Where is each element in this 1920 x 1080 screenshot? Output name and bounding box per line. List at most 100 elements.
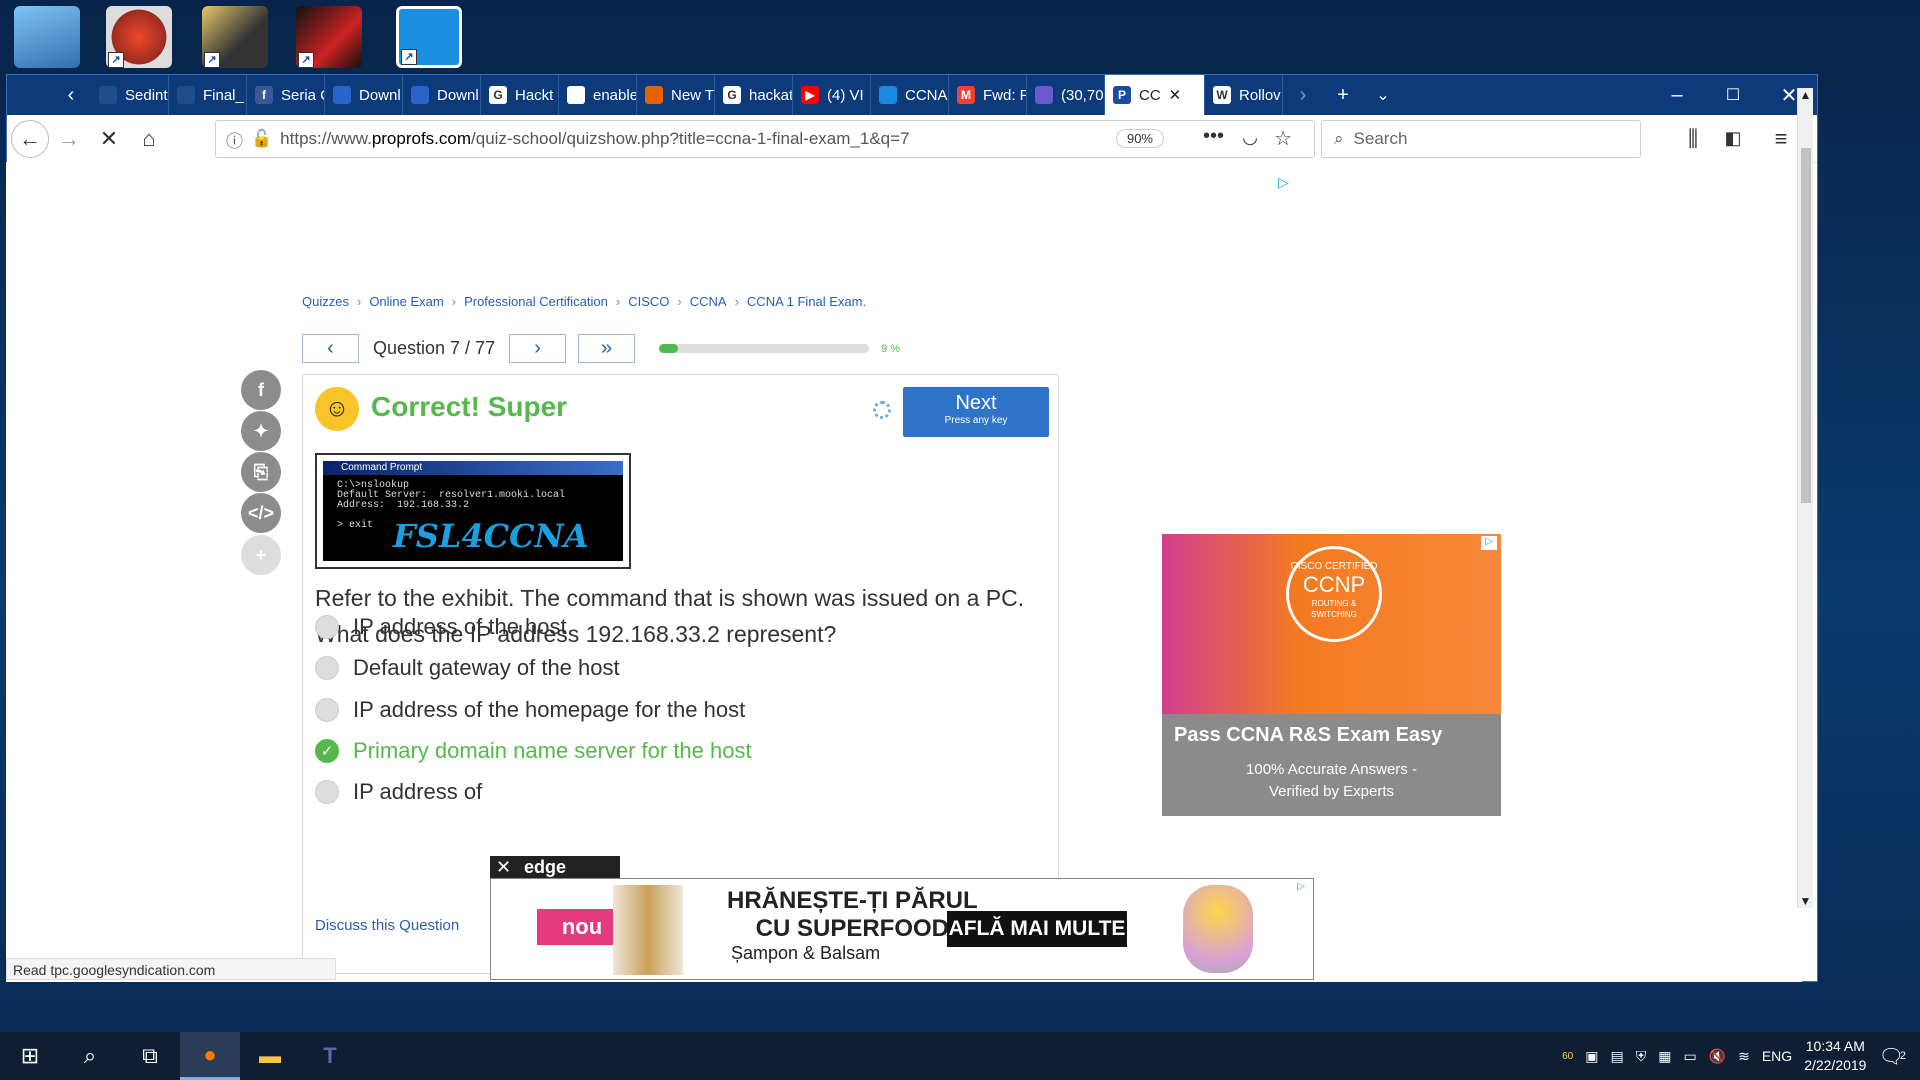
bookmark-star-icon[interactable]: ☆	[1274, 126, 1292, 151]
info-icon[interactable]: ⓘ	[226, 127, 243, 152]
tab-8[interactable]: Ghackat	[715, 75, 793, 115]
battery-icon[interactable]: ▭	[1683, 1048, 1696, 1065]
facebook-share-icon[interactable]: f	[241, 370, 281, 410]
stop-loading-icon[interactable]: ✕	[89, 119, 129, 159]
close-tab-icon[interactable]: ✕	[1169, 86, 1182, 104]
file-explorer-taskbar-icon[interactable]: ▬	[240, 1032, 300, 1080]
search-input[interactable]: ⌕ Search	[1321, 120, 1641, 158]
answer-option[interactable]: IP address of the homepage for the host	[315, 697, 745, 723]
tab-3[interactable]: Downl	[325, 75, 403, 115]
ad-choices-icon[interactable]: ▷	[1278, 174, 1289, 191]
computer-desktop-icon[interactable]	[14, 6, 80, 68]
windows-start-icon[interactable]: ⊞	[0, 1032, 60, 1080]
ad-tag: ✕ edge	[490, 856, 620, 878]
next-button[interactable]: Next Press any key	[903, 387, 1049, 437]
tab-7[interactable]: New T	[637, 75, 715, 115]
tab-1[interactable]: Final_	[169, 75, 247, 115]
shield-icon[interactable]: ⛨	[1636, 1048, 1647, 1065]
pantene-ad-banner[interactable]: nou HRĂNEȘTE-ȚI PĂRUL CU SUPERFOOD Șampo…	[490, 878, 1314, 980]
pocket-icon[interactable]: ◡	[1242, 127, 1258, 148]
discuss-link[interactable]: Discuss this Question	[315, 917, 459, 934]
tab-11[interactable]: M Fwd: F	[949, 75, 1027, 115]
ad-choices-icon[interactable]: ▷	[1293, 881, 1309, 895]
search-icon[interactable]: ⌕	[60, 1032, 120, 1080]
minimize-icon[interactable]: –	[1649, 75, 1705, 115]
ccnp-ad-banner[interactable]: CISCO CERTIFIED CCNP ROUTING & SWITCHING…	[1162, 534, 1501, 816]
firefox-taskbar-icon[interactable]: ●	[180, 1032, 240, 1080]
shortcut-arrow-icon: ↗	[204, 52, 220, 68]
task-view-icon[interactable]: ⧉	[120, 1032, 180, 1080]
answer-option[interactable]: IP address of the host	[315, 614, 567, 640]
scroll-down-icon[interactable]: ▼	[1798, 894, 1813, 908]
url-bar[interactable]: ⓘ 🔓 https://www. proprofs.com/quiz-school…	[215, 120, 1315, 158]
library-icon[interactable]: ⫼	[1673, 119, 1713, 159]
presentation-app-desktop-icon[interactable]: ↗	[106, 6, 172, 68]
tab-4[interactable]: Downl	[403, 75, 481, 115]
tab-12[interactable]: (30,70	[1027, 75, 1105, 115]
next-question-button[interactable]: ›	[509, 334, 567, 363]
breadcrumb-item[interactable]: CCNA	[690, 294, 727, 309]
clock-time: 10:34 AM	[1805, 1038, 1865, 1054]
answer-option[interactable]: IP address of	[315, 779, 482, 805]
sidebar-icon[interactable]: ◧	[1713, 119, 1753, 159]
twitter-share-icon[interactable]: ✦	[241, 411, 281, 451]
menu-icon[interactable]: ≡	[1761, 119, 1801, 159]
tab-13[interactable]: P CC ✕	[1105, 75, 1205, 115]
language-indicator[interactable]: ENG	[1762, 1048, 1792, 1064]
scrollbar-thumb[interactable]	[1801, 148, 1811, 503]
embed-code-icon[interactable]: </>	[241, 493, 281, 533]
volume-muted-icon[interactable]: 🔇	[1709, 1048, 1726, 1065]
list-tabs-icon[interactable]: ⌄	[1363, 75, 1403, 115]
radio-button[interactable]	[315, 656, 339, 680]
new-tab-icon[interactable]: +	[1323, 75, 1363, 115]
teams-taskbar-icon[interactable]: T	[300, 1032, 360, 1080]
tab-10[interactable]: CCNA	[871, 75, 949, 115]
breadcrumb-item[interactable]: CISCO	[628, 294, 669, 309]
breadcrumb-item[interactable]: CCNA 1 Final Exam.	[747, 294, 866, 309]
clock[interactable]: 10:34 AM 2/22/2019	[1804, 1037, 1866, 1075]
home-icon[interactable]: ⌂	[129, 119, 169, 159]
scroll-tabs-left-icon[interactable]: ‹	[51, 75, 91, 115]
mail-search-desktop-icon[interactable]: ↗	[202, 6, 268, 68]
page-actions-icon[interactable]: •••	[1203, 125, 1224, 148]
lock-warning-icon[interactable]: 🔓	[251, 129, 272, 149]
previous-question-button[interactable]: ‹	[302, 334, 359, 363]
tab-0[interactable]: Sedint	[91, 75, 169, 115]
ad-cta-button[interactable]: AFLĂ MAI MULTE ▶	[947, 911, 1127, 976]
radio-button[interactable]	[315, 615, 339, 639]
check-icon[interactable]: ✓	[315, 739, 339, 763]
copy-link-icon[interactable]: ⎘	[241, 452, 281, 492]
ad-choices-icon[interactable]: ▷	[1481, 536, 1497, 550]
tray-window-icon[interactable]: ▦	[1658, 1048, 1671, 1065]
breadcrumb-item[interactable]: Online Exam	[369, 294, 443, 309]
tab-favicon-icon: ▶	[801, 86, 819, 104]
radio-button[interactable]	[315, 780, 339, 804]
answer-option[interactable]: Default gateway of the host	[315, 655, 620, 681]
teams-tray-icon[interactable]: ▣	[1585, 1048, 1598, 1065]
skip-forward-button[interactable]: »	[578, 334, 636, 363]
zoom-level[interactable]: 90%	[1115, 129, 1164, 148]
tab-2[interactable]: f Seria C	[247, 75, 325, 115]
close-ad-icon[interactable]: ✕	[496, 856, 511, 878]
scroll-tabs-right-icon[interactable]: ›	[1283, 75, 1323, 115]
maximize-icon[interactable]: ☐	[1705, 75, 1761, 115]
tab-6[interactable]: enable	[559, 75, 637, 115]
logo-app-desktop-icon[interactable]: ↗	[296, 6, 362, 68]
tab-9[interactable]: ▶ (4) VI	[793, 75, 871, 115]
back-icon[interactable]: ←	[11, 119, 49, 158]
answer-option[interactable]: ✓ Primary domain name server for the host	[315, 738, 752, 764]
wifi-icon[interactable]: ≋	[1738, 1048, 1750, 1065]
tab-5[interactable]: G Hackt	[481, 75, 559, 115]
teamviewer-desktop-icon[interactable]: ↗	[396, 6, 462, 68]
tray-app-icon[interactable]: ▤	[1610, 1048, 1623, 1065]
tab-label: Final_	[203, 86, 244, 104]
more-share-icon[interactable]: +	[241, 535, 281, 575]
radio-button[interactable]	[315, 698, 339, 722]
breadcrumb-item[interactable]: Quizzes	[302, 294, 349, 309]
breadcrumb-item[interactable]: Professional Certification	[464, 294, 608, 309]
page-scrollbar[interactable]: ▲ ▼	[1797, 88, 1813, 908]
forward-icon[interactable]: →	[49, 119, 89, 159]
tab-favicon-icon	[333, 86, 351, 104]
scroll-up-icon[interactable]: ▲	[1798, 88, 1813, 102]
tab-14[interactable]: W Rollov	[1205, 75, 1283, 115]
